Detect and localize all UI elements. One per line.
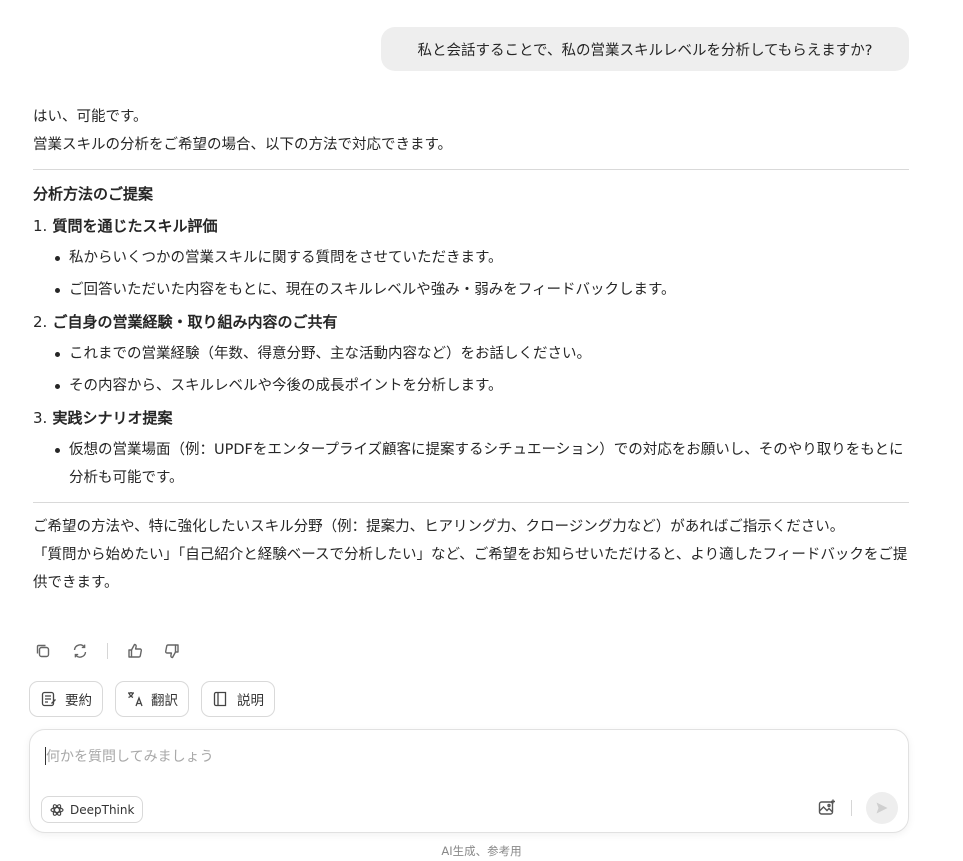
item-number: 1. <box>33 217 48 235</box>
bullet-list: 仮想の営業場面（例：UPDFをエンタープライズ顧客に提案するシチュエーション）で… <box>33 436 909 492</box>
message-actions <box>33 640 182 662</box>
summarize-button[interactable]: 要約 <box>29 681 103 717</box>
user-message-bubble: 私と会話することで、私の営業スキルレベルを分析してもらえますか? <box>381 27 909 71</box>
copy-icon[interactable] <box>33 641 53 661</box>
item-title-text: 質問を通じたスキル評価 <box>52 217 218 235</box>
explain-button[interactable]: 説明 <box>201 681 275 717</box>
item-title: 1. 質問を通じたスキル評価 <box>33 212 909 240</box>
bullet-list: 私からいくつかの営業スキルに関する質問をさせていただきます。 ご回答いただいた内… <box>33 244 909 304</box>
item-title: 2. ご自身の営業経験・取り組み内容のご共有 <box>33 308 909 336</box>
summarize-icon <box>41 691 56 707</box>
thumbs-up-icon[interactable] <box>125 641 145 661</box>
list-item: その内容から、スキルレベルや今後の成長ポイントを分析します。 <box>55 372 909 400</box>
quick-actions: 要約 翻訳 説明 <box>29 681 275 717</box>
item-number: 3. <box>33 409 48 427</box>
item-title: 3. 実践シナリオ提案 <box>33 404 909 432</box>
thumbs-down-icon[interactable] <box>162 641 182 661</box>
image-upload-icon[interactable] <box>817 798 837 818</box>
item-title-text: 実践シナリオ提案 <box>52 409 173 427</box>
deepthink-label: DeepThink <box>70 802 135 817</box>
deepthink-toggle[interactable]: DeepThink <box>41 796 144 823</box>
item-title-text: ご自身の営業経験・取り組み内容のご共有 <box>52 313 338 331</box>
answer-closing-line: ご希望の方法や、特に強化したいスキル分野（例：提案力、ヒアリング力、クロージング… <box>33 519 845 535</box>
composer-placeholder[interactable]: 何かを質問してみましょう <box>46 746 214 766</box>
footer-disclaimer: AI生成、参考用 <box>441 844 522 858</box>
explain-label: 説明 <box>237 693 264 709</box>
actions-separator <box>107 643 108 659</box>
translate-label: 翻訳 <box>151 693 178 709</box>
summarize-label: 要約 <box>65 693 92 709</box>
assistant-answer: はい、可能です。 営業スキルの分析をご希望の場合、以下の方法で対応できます。 分… <box>33 103 909 597</box>
divider <box>33 169 909 170</box>
list-item: ご回答いただいた内容をもとに、現在のスキルレベルや強み・弱みをフィードバックしま… <box>55 276 909 304</box>
list-item: これまでの営業経験（年数、得意分野、主な活動内容など）をお話しください。 <box>55 340 909 368</box>
message-composer[interactable]: 何かを質問してみましょう DeepThink <box>29 729 909 833</box>
bullet-list: これまでの営業経験（年数、得意分野、主な活動内容など）をお話しください。 その内… <box>33 340 909 400</box>
translate-button[interactable]: 翻訳 <box>115 681 189 717</box>
user-message-text: 私と会話することで、私の営業スキルレベルを分析してもらえますか? <box>417 42 873 59</box>
divider <box>33 502 909 503</box>
item-number: 2. <box>33 313 48 331</box>
atom-icon <box>50 803 64 816</box>
list-item: 私からいくつかの営業スキルに関する質問をさせていただきます。 <box>55 244 909 272</box>
send-button[interactable] <box>866 792 898 824</box>
composer-tools <box>817 792 898 824</box>
composer-separator <box>851 800 852 816</box>
answer-closing-line: 「質問から始めたい」「自己紹介と経験ベースで分析したい」など、ご希望をお知らせい… <box>33 547 908 591</box>
section-title: 分析方法のご提案 <box>33 185 154 203</box>
answer-intro-line: 営業スキルの分析をご希望の場合、以下の方法で対応できます。 <box>33 137 453 153</box>
translate-icon <box>128 692 143 707</box>
send-icon <box>876 802 888 814</box>
answer-intro-line: はい、可能です。 <box>33 109 148 125</box>
regenerate-icon[interactable] <box>70 641 90 661</box>
list-item: 仮想の営業場面（例：UPDFをエンタープライズ顧客に提案するシチュエーション）で… <box>55 436 909 492</box>
book-icon <box>213 691 227 707</box>
